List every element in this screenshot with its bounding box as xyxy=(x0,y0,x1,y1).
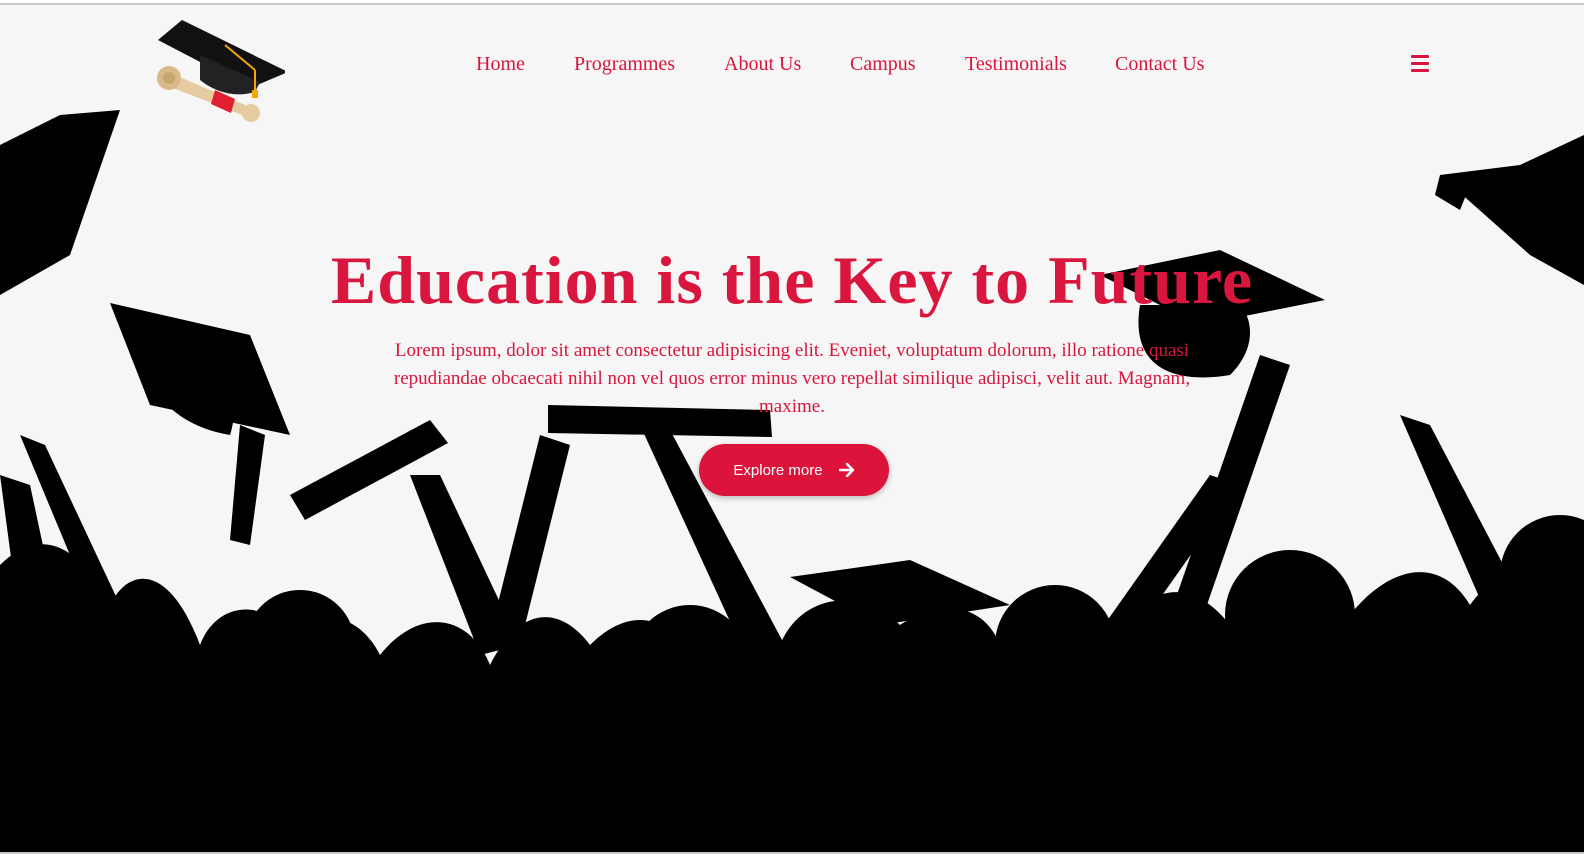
nav-item-programmes[interactable]: Programmes xyxy=(574,53,675,76)
nav-item-testimonials[interactable]: Testimonials xyxy=(965,53,1067,76)
arrow-right-icon xyxy=(838,463,854,477)
nav-item-contact-us[interactable]: Contact Us xyxy=(1115,53,1204,76)
explore-more-button[interactable]: Explore more xyxy=(699,444,889,496)
hero-title: Education is the Key to Future xyxy=(330,242,1254,318)
hero-section: Home Programmes About Us Campus Testimon… xyxy=(0,3,1584,854)
main-nav: Home Programmes About Us Campus Testimon… xyxy=(0,53,1584,83)
nav-item-home[interactable]: Home xyxy=(476,53,525,76)
hamburger-menu-icon[interactable] xyxy=(1411,55,1429,73)
explore-more-label: Explore more xyxy=(733,461,823,479)
hero-description: Lorem ipsum, dolor sit amet consectetur … xyxy=(393,340,1191,417)
nav-item-about-us[interactable]: About Us xyxy=(724,53,801,76)
graduates-silhouette-background xyxy=(0,110,1584,852)
nav-item-campus[interactable]: Campus xyxy=(850,53,916,76)
